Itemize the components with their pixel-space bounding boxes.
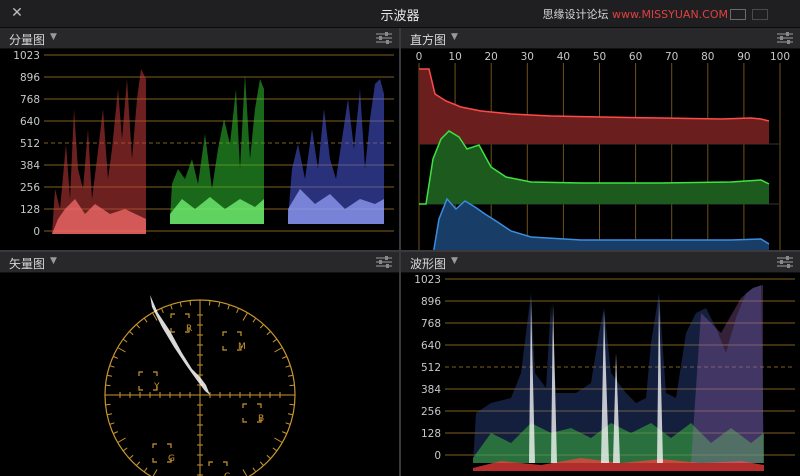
waveform-title: 波形图 <box>410 257 447 271</box>
parade-ytick-128: 128 <box>20 204 40 216</box>
histogram-xtick-60: 60 <box>629 51 642 63</box>
parade-red-trace <box>52 69 146 234</box>
vector-target-label: C <box>224 472 230 476</box>
parade-ytick-1023: 1023 <box>13 50 40 62</box>
watermark: 思缘设计论坛 www.MISSYUAN.COM <box>542 6 728 22</box>
restore-button[interactable] <box>730 9 746 20</box>
vector-target-y: Y <box>138 371 160 392</box>
vectorscope-panel: 矢量图 ▼ R M B C G Y <box>0 252 399 476</box>
vector-target-label: R <box>186 324 192 334</box>
vectorscope-scope: R M B C G Y <box>104 295 296 476</box>
parade-ytick-0: 0 <box>33 226 40 238</box>
parade-title: 分量图 <box>9 33 46 47</box>
chevron-down-icon[interactable]: ▼ <box>50 256 57 266</box>
waveform-trace <box>473 285 764 471</box>
waveform-header: 波形图 ▼ <box>401 252 800 273</box>
parade-ytick-512: 512 <box>20 138 40 150</box>
waveform-ytick-512: 512 <box>421 362 441 374</box>
parade-scope: 1023 896 768 640 512 384 256 128 0 <box>13 50 394 238</box>
histogram-header: 直方图 ▼ <box>401 28 800 49</box>
histogram-xtick-0: 0 <box>416 51 423 63</box>
parade-header: 分量图 ▼ <box>0 28 399 49</box>
watermark-text: 思缘设计论坛 <box>542 8 609 21</box>
waveform-ytick-384: 384 <box>421 384 441 396</box>
vertical-divider[interactable] <box>399 28 401 476</box>
vector-target-m: M <box>222 331 246 352</box>
histogram-xtick-30: 30 <box>521 51 534 63</box>
parade-ytick-256: 256 <box>20 182 40 194</box>
vector-target-b: B <box>242 403 264 424</box>
waveform-ytick-1023: 1023 <box>414 274 441 286</box>
vector-target-label: B <box>258 414 264 424</box>
horizontal-divider[interactable] <box>0 250 800 252</box>
parade-ytick-768: 768 <box>20 94 40 106</box>
waveform-panel: 波形图 ▼ 1023 896 768 640 512 384 256 128 0 <box>401 252 800 476</box>
parade-ytick-896: 896 <box>20 72 40 84</box>
parade-blue-trace <box>288 79 384 224</box>
waveform-scope: 1023 896 768 640 512 384 256 128 0 <box>414 274 795 471</box>
vectorscope-header: 矢量图 ▼ <box>0 252 399 273</box>
histogram-xtick-90: 90 <box>737 51 750 63</box>
vector-target-c: C <box>208 461 230 476</box>
watermark-url: www.MISSYUAN.COM <box>611 8 728 21</box>
vector-target-label: M <box>238 342 246 352</box>
waveform-ytick-768: 768 <box>421 318 441 330</box>
settings-icon[interactable] <box>776 254 794 270</box>
histogram-red <box>419 68 770 144</box>
parade-ytick-384: 384 <box>20 160 40 172</box>
settings-icon[interactable] <box>375 30 393 46</box>
vector-target-label: G <box>168 454 175 464</box>
waveform-ytick-128: 128 <box>421 428 441 440</box>
vector-target-g: G <box>152 443 175 464</box>
histogram-scope: 0 10 20 30 40 50 60 70 80 90 100 <box>416 51 790 250</box>
histogram-xtick-100: 100 <box>770 51 790 63</box>
fullscreen-button[interactable] <box>752 9 768 20</box>
chevron-down-icon[interactable]: ▼ <box>451 256 458 266</box>
histogram-xtick-20: 20 <box>485 51 498 63</box>
histogram-blue <box>433 197 770 250</box>
waveform-ytick-256: 256 <box>421 406 441 418</box>
parade-green-trace <box>170 74 264 224</box>
waveform-ytick-896: 896 <box>421 296 441 308</box>
parade-panel: 分量图 ▼ 1023 896 768 640 512 384 256 128 0 <box>0 28 399 250</box>
parade-ytick-640: 640 <box>20 116 40 128</box>
histogram-xtick-50: 50 <box>593 51 606 63</box>
histogram-xtick-10: 10 <box>448 51 461 63</box>
chevron-down-icon[interactable]: ▼ <box>451 32 458 42</box>
waveform-ytick-0: 0 <box>434 450 441 462</box>
histogram-title: 直方图 <box>410 33 447 47</box>
histogram-panel: 直方图 ▼ 0 10 20 30 40 50 60 70 80 90 100 <box>401 28 800 250</box>
settings-icon[interactable] <box>375 254 393 270</box>
vectorscope-title: 矢量图 <box>9 257 46 271</box>
waveform-ytick-640: 640 <box>421 340 441 352</box>
title-bar: ✕ 示波器 思缘设计论坛 www.MISSYUAN.COM <box>0 0 800 28</box>
chevron-down-icon[interactable]: ▼ <box>50 32 57 42</box>
histogram-xtick-40: 40 <box>557 51 570 63</box>
vector-target-r: R <box>170 313 192 334</box>
settings-icon[interactable] <box>776 30 794 46</box>
vector-target-label: Y <box>153 382 160 392</box>
histogram-xtick-80: 80 <box>701 51 714 63</box>
histogram-xtick-70: 70 <box>665 51 678 63</box>
